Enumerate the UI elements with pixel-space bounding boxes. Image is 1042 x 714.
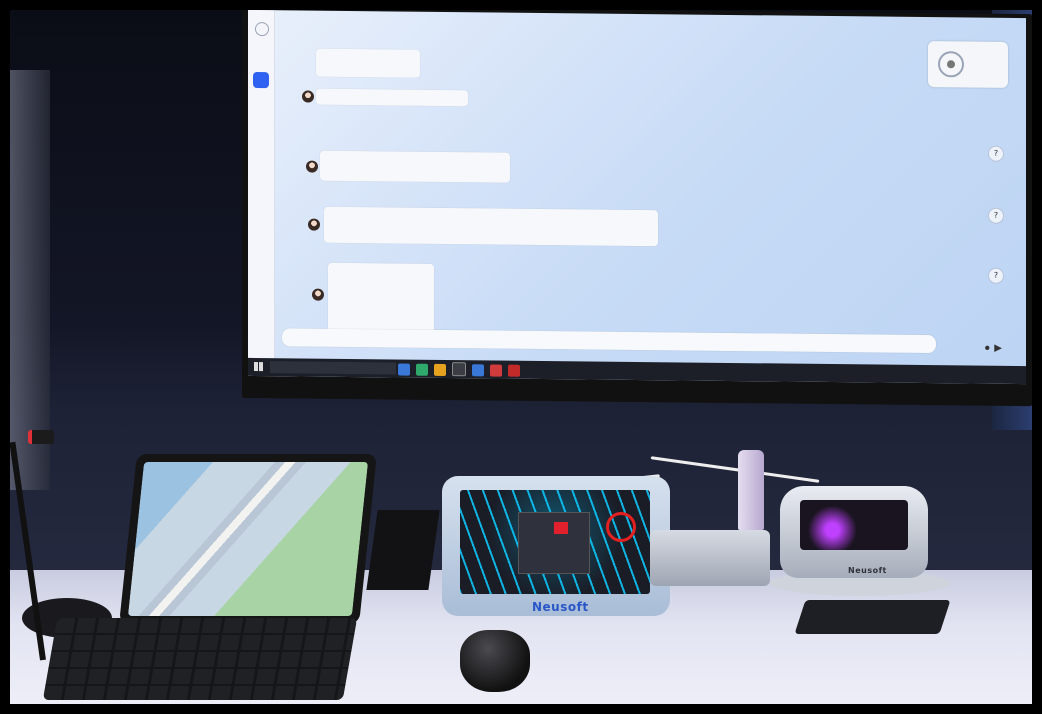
user-avatar-icon: ? xyxy=(988,267,1004,284)
send-icon[interactable]: ▶ xyxy=(994,343,1006,354)
user-avatar-icon: ? xyxy=(988,145,1004,162)
record-icon[interactable] xyxy=(938,51,964,78)
mouse xyxy=(460,630,530,692)
taskbar-app-icon[interactable] xyxy=(452,362,466,377)
taskbar-app-icon[interactable] xyxy=(472,364,484,377)
user-message xyxy=(934,207,984,208)
router-box xyxy=(366,510,440,590)
taskbar-app-icon[interactable] xyxy=(508,364,520,377)
assistant-message xyxy=(316,88,468,107)
assistant-message xyxy=(328,262,434,336)
taskbar xyxy=(248,357,1026,385)
right-device: Neusoft xyxy=(780,486,928,578)
status-widget xyxy=(928,41,1008,88)
assistant-avatar-icon xyxy=(306,160,318,173)
chat-sidebar xyxy=(248,10,275,359)
right-device-screen xyxy=(800,500,908,550)
taskbar-search[interactable] xyxy=(270,361,396,375)
taskbar-app-icon[interactable] xyxy=(434,363,446,376)
microphone-icon[interactable]: ● xyxy=(984,343,994,354)
windows-start-icon[interactable] xyxy=(254,361,263,372)
alert-indicator xyxy=(554,522,568,534)
taskbar-app-icon[interactable] xyxy=(490,364,502,377)
monitor-screen: ? ? ? ●▶ xyxy=(248,10,1026,385)
taskbar-app-icon[interactable] xyxy=(416,363,428,376)
chat-icon[interactable] xyxy=(253,71,269,89)
assistant-avatar-icon xyxy=(312,288,324,301)
brand-logo: Neusoft xyxy=(532,600,589,614)
settings-icon[interactable] xyxy=(255,21,269,37)
center-device-screen xyxy=(460,490,650,594)
cable xyxy=(650,456,820,483)
keyboard xyxy=(42,618,358,700)
monitor: ? ? ? ●▶ xyxy=(242,10,1032,407)
ring-light xyxy=(606,512,636,542)
chat-input[interactable] xyxy=(282,328,936,354)
assistant-message xyxy=(316,48,420,78)
user-message xyxy=(906,144,984,146)
tablet xyxy=(119,454,377,624)
lamp-light xyxy=(10,70,50,490)
taskbar-app-icon[interactable] xyxy=(398,363,410,376)
input-tools: ●▶ xyxy=(984,343,1006,354)
water-bottle xyxy=(738,450,764,530)
brand-logo: Neusoft xyxy=(848,566,887,575)
assistant-message xyxy=(320,150,510,183)
phone xyxy=(794,600,951,634)
assistant-message xyxy=(324,206,658,247)
microphone-icon xyxy=(28,430,54,444)
photo-scene: ? ? ? ●▶ Neusoft Neusoft xyxy=(10,10,1032,704)
module-box xyxy=(650,530,770,586)
map-display xyxy=(127,462,369,616)
assistant-avatar-icon xyxy=(302,90,314,103)
assistant-avatar-icon xyxy=(308,218,320,231)
center-device: Neusoft xyxy=(442,476,670,616)
taskbar-apps xyxy=(398,361,526,377)
user-avatar-icon: ? xyxy=(988,207,1004,224)
